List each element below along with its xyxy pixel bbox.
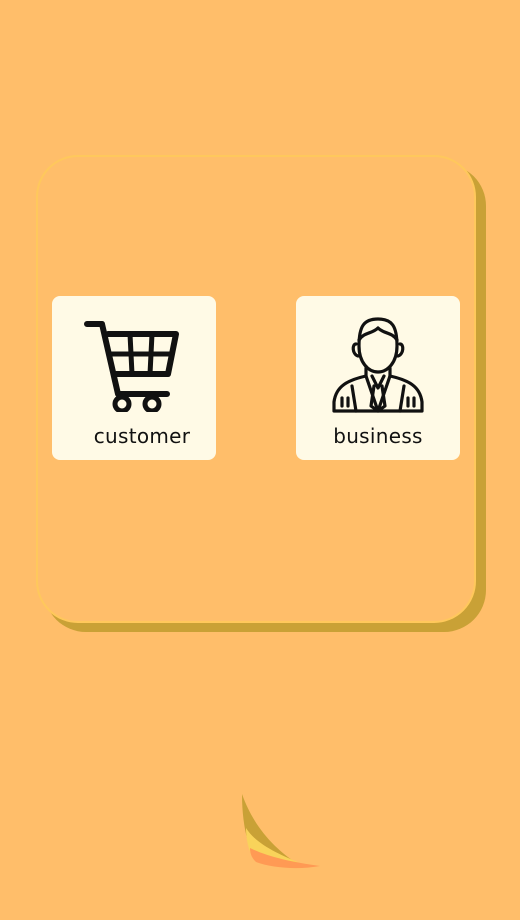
businessman-icon (326, 316, 430, 418)
sail-logo-icon (238, 792, 324, 874)
business-label: business (333, 424, 423, 448)
customer-label: customer (93, 424, 191, 448)
shopping-cart-icon (84, 316, 184, 416)
business-option-button[interactable]: business (296, 296, 460, 460)
customer-option-button[interactable]: customer (52, 296, 216, 460)
